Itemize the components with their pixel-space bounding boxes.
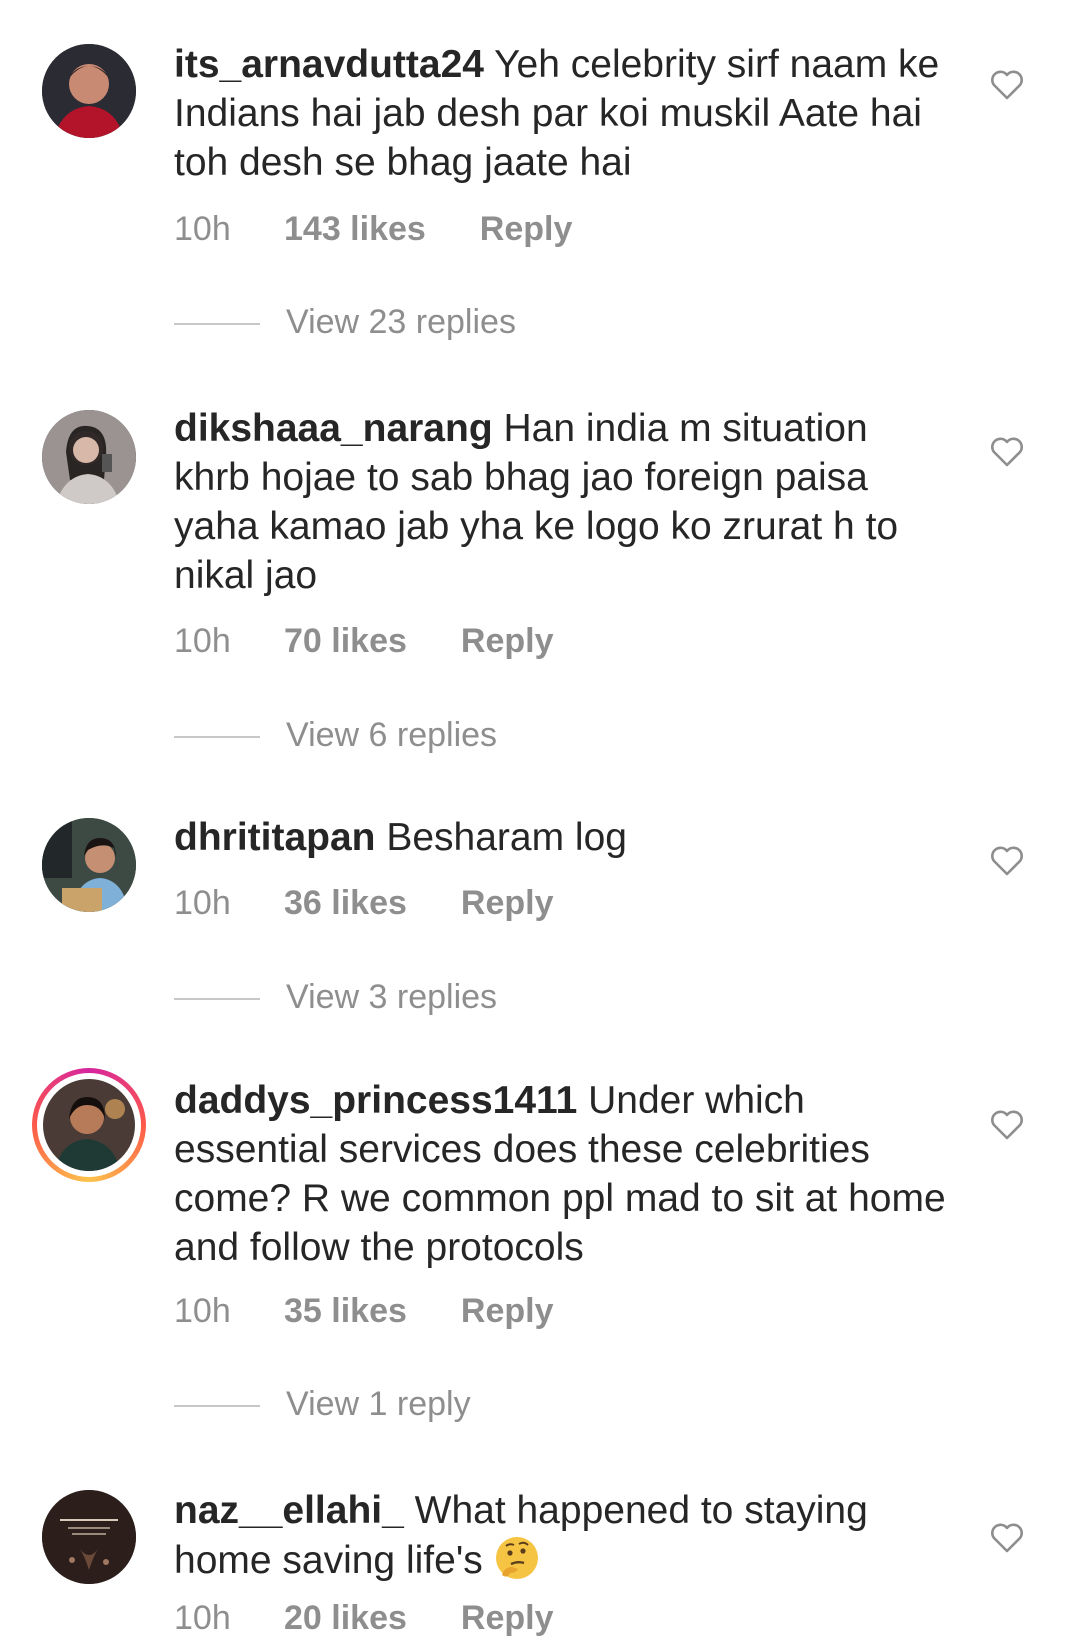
avatar[interactable]	[42, 1490, 136, 1584]
comment-username[interactable]: its_arnavdutta24	[174, 43, 484, 86]
comment-time: 10h	[174, 1599, 231, 1637]
comment-likes[interactable]: 143 likes	[284, 210, 426, 249]
comment-text: dikshaaa_narang Han india m situation kh…	[174, 404, 954, 600]
reply-button[interactable]: Reply	[461, 1292, 554, 1331]
divider-line	[174, 1405, 260, 1408]
comment-time: 10h	[174, 884, 231, 922]
comment-likes[interactable]: 35 likes	[284, 1292, 407, 1331]
avatar[interactable]	[42, 44, 136, 138]
divider-line	[174, 998, 260, 1001]
comment-text: dhrititapan Besharam log	[174, 813, 954, 862]
comment-text: naz__ellahi_ What happened to staying ho…	[174, 1486, 954, 1585]
view-replies-label: View 1 reply	[286, 1385, 471, 1423]
comment-meta: 10h 36 likes Reply	[174, 884, 553, 923]
comment-time: 10h	[174, 210, 231, 248]
heart-icon[interactable]	[990, 70, 1024, 100]
heart-icon[interactable]	[990, 1110, 1024, 1140]
heart-icon[interactable]	[990, 437, 1024, 467]
comment-likes[interactable]: 70 likes	[284, 622, 407, 661]
view-replies-button[interactable]: View 6 replies	[174, 716, 497, 755]
comment-likes[interactable]: 20 likes	[284, 1599, 407, 1638]
comment-username[interactable]: dikshaaa_narang	[174, 407, 493, 450]
thinking-face-emoji	[495, 1537, 538, 1579]
heart-icon[interactable]	[990, 846, 1024, 876]
avatar	[43, 1079, 135, 1171]
view-replies-button[interactable]: View 1 reply	[174, 1385, 471, 1424]
view-replies-button[interactable]: View 3 replies	[174, 978, 497, 1017]
comment-likes[interactable]: 36 likes	[284, 884, 407, 923]
avatar[interactable]	[42, 410, 136, 504]
comment-meta: 10h 143 likes Reply	[174, 210, 572, 249]
divider-line	[174, 736, 260, 739]
reply-button[interactable]: Reply	[461, 884, 554, 923]
view-replies-label: View 3 replies	[286, 978, 498, 1016]
comment-meta: 10h 20 likes Reply	[174, 1599, 553, 1638]
comment-username[interactable]: dhrititapan	[174, 816, 376, 859]
comment-username[interactable]: naz__ellahi_	[174, 1489, 404, 1532]
view-replies-button[interactable]: View 23 replies	[174, 303, 516, 342]
avatar[interactable]	[42, 818, 136, 912]
comment-text: its_arnavdutta24 Yeh celebrity sirf naam…	[174, 40, 954, 187]
comment-time: 10h	[174, 1292, 231, 1330]
view-replies-label: View 6 replies	[286, 716, 498, 754]
comment-text: daddys_princess1411 Under which essentia…	[174, 1076, 954, 1272]
reply-button[interactable]: Reply	[480, 210, 573, 249]
avatar-story-ring[interactable]	[32, 1068, 146, 1182]
reply-button[interactable]: Reply	[461, 1599, 554, 1638]
divider-line	[174, 323, 260, 326]
view-replies-label: View 23 replies	[286, 303, 516, 341]
comment-body: Besharam log	[375, 816, 627, 859]
heart-icon[interactable]	[990, 1523, 1024, 1553]
comment-meta: 10h 70 likes Reply	[174, 622, 553, 661]
reply-button[interactable]: Reply	[461, 622, 554, 661]
comment-meta: 10h 35 likes Reply	[174, 1292, 553, 1331]
comment-username[interactable]: daddys_princess1411	[174, 1079, 577, 1122]
comment-time: 10h	[174, 622, 231, 660]
